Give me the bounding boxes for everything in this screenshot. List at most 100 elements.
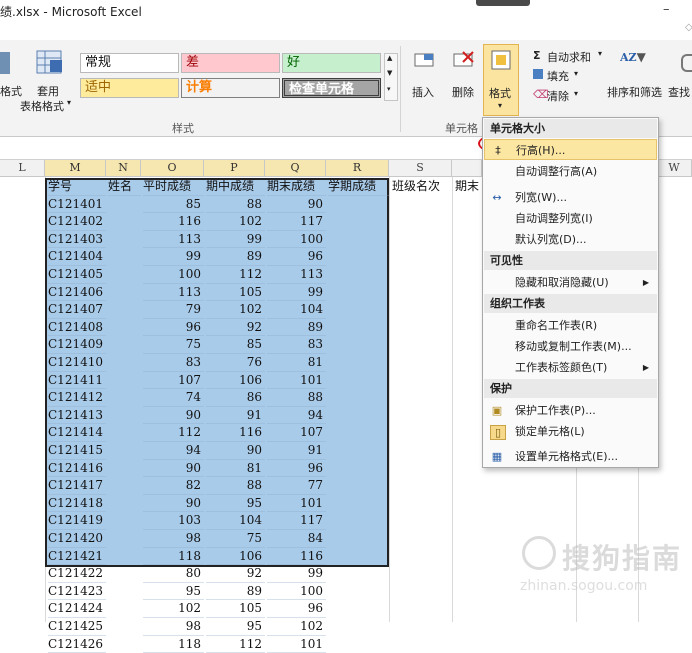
cell-midterm-score[interactable]: 106 bbox=[206, 548, 265, 566]
cell-student-id[interactable]: C121412 bbox=[48, 389, 106, 407]
cell-usual-score[interactable]: 100 bbox=[143, 266, 204, 284]
cell-midterm-score[interactable]: 89 bbox=[206, 248, 265, 266]
cell-midterm-score[interactable]: 95 bbox=[206, 495, 265, 513]
autosum-button[interactable]: 自动求和 bbox=[547, 49, 591, 65]
cell-final-score[interactable]: 113 bbox=[267, 266, 326, 284]
cell-usual-score[interactable]: 95 bbox=[143, 583, 204, 601]
cell-final-score[interactable]: 100 bbox=[267, 583, 326, 601]
cell-usual-score[interactable]: 118 bbox=[143, 636, 204, 653]
cell-student-id[interactable]: C121409 bbox=[48, 336, 106, 354]
cell-student-id[interactable]: C121407 bbox=[48, 301, 106, 319]
column-header-l[interactable]: L bbox=[0, 160, 45, 177]
cell-final-score[interactable]: 99 bbox=[267, 565, 326, 583]
cell-midterm-score[interactable]: 116 bbox=[206, 424, 265, 442]
cell-usual-score[interactable]: 102 bbox=[143, 600, 204, 618]
cell-final-score[interactable]: 101 bbox=[267, 495, 326, 513]
cell-usual-score[interactable]: 90 bbox=[143, 460, 204, 478]
menu-item-lock-cell[interactable]: ▯ 锁定单元格(L) bbox=[484, 421, 657, 442]
cell-usual-score[interactable]: 103 bbox=[143, 512, 204, 530]
cell-final-score[interactable]: 77 bbox=[267, 477, 326, 495]
cell-usual-score[interactable]: 75 bbox=[143, 336, 204, 354]
cell-final-score[interactable]: 96 bbox=[267, 248, 326, 266]
cell-usual-score[interactable]: 90 bbox=[143, 407, 204, 425]
column-header-o[interactable]: O bbox=[141, 160, 204, 177]
cell-midterm-score[interactable]: 112 bbox=[206, 266, 265, 284]
menu-item-hide-unhide[interactable]: 隐藏和取消隐藏(U) ▶ bbox=[484, 272, 657, 293]
menu-item-move-copy[interactable]: 移动或复制工作表(M)... bbox=[484, 336, 657, 357]
cell-midterm-score[interactable]: 105 bbox=[206, 284, 265, 302]
menu-item-rename-sheet[interactable]: 重命名工作表(R) bbox=[484, 315, 657, 336]
column-header-q[interactable]: Q bbox=[265, 160, 326, 177]
cell-midterm-score[interactable]: 88 bbox=[206, 477, 265, 495]
cell-final-score[interactable]: 101 bbox=[267, 372, 326, 390]
cell-final-score[interactable]: 83 bbox=[267, 336, 326, 354]
cell-midterm-score[interactable]: 92 bbox=[206, 565, 265, 583]
menu-item-tab-color[interactable]: 工作表标签颜色(T) ▶ bbox=[484, 357, 657, 378]
header-cell-usual[interactable]: 平时成绩 bbox=[143, 178, 204, 196]
menu-item-default-width[interactable]: 默认列宽(D)... bbox=[484, 229, 657, 250]
cell-usual-score[interactable]: 98 bbox=[143, 530, 204, 548]
column-header-n[interactable]: N bbox=[106, 160, 141, 177]
cell-final-score[interactable]: 101 bbox=[267, 636, 326, 653]
cell-student-id[interactable]: C121425 bbox=[48, 618, 106, 636]
cell-student-id[interactable]: C121423 bbox=[48, 583, 106, 601]
cell-final-score[interactable]: 96 bbox=[267, 600, 326, 618]
cell-final-score[interactable]: 89 bbox=[267, 319, 326, 337]
cell-final-score[interactable]: 96 bbox=[267, 460, 326, 478]
cell-final-score[interactable]: 94 bbox=[267, 407, 326, 425]
column-header-p[interactable]: P bbox=[204, 160, 265, 177]
delete-button[interactable]: 删除 bbox=[448, 48, 480, 112]
style-normal[interactable]: 常规 bbox=[80, 53, 179, 73]
cell-student-id[interactable]: C121404 bbox=[48, 248, 106, 266]
cell-midterm-score[interactable]: 90 bbox=[206, 442, 265, 460]
cell-student-id[interactable]: C121416 bbox=[48, 460, 106, 478]
ribbon-collapse-icon[interactable]: ◇ bbox=[685, 22, 692, 33]
header-cell-id[interactable]: 学号 bbox=[48, 178, 106, 196]
fill-button[interactable]: 填充 bbox=[547, 68, 569, 84]
cell-student-id[interactable]: C121415 bbox=[48, 442, 106, 460]
cell-final-score[interactable]: 117 bbox=[267, 512, 326, 530]
cell-student-id[interactable]: C121406 bbox=[48, 284, 106, 302]
cell-midterm-score[interactable]: 102 bbox=[206, 301, 265, 319]
cell-student-id[interactable]: C121424 bbox=[48, 600, 106, 618]
cell-student-id[interactable]: C121414 bbox=[48, 424, 106, 442]
cell-midterm-score[interactable]: 89 bbox=[206, 583, 265, 601]
cell-midterm-score[interactable]: 85 bbox=[206, 336, 265, 354]
cell-student-id[interactable]: C121421 bbox=[48, 548, 106, 566]
cell-usual-score[interactable]: 113 bbox=[143, 284, 204, 302]
column-header-m[interactable]: M bbox=[45, 160, 106, 177]
cell-student-id[interactable]: C121411 bbox=[48, 372, 106, 390]
clear-button[interactable]: 清除 bbox=[547, 88, 569, 104]
style-calc[interactable]: 计算 bbox=[181, 78, 280, 98]
cell-midterm-score[interactable]: 105 bbox=[206, 600, 265, 618]
style-gallery-scroll[interactable]: ▲ ▼ ▾ bbox=[384, 53, 398, 101]
cell-usual-score[interactable]: 107 bbox=[143, 372, 204, 390]
cell-midterm-score[interactable]: 75 bbox=[206, 530, 265, 548]
cell-usual-score[interactable]: 113 bbox=[143, 231, 204, 249]
cell-usual-score[interactable]: 118 bbox=[143, 548, 204, 566]
column-header-t[interactable] bbox=[452, 160, 482, 177]
conditional-format-icon[interactable] bbox=[0, 52, 10, 74]
cell-final-score[interactable]: 90 bbox=[267, 196, 326, 214]
cell-final-score[interactable]: 104 bbox=[267, 301, 326, 319]
menu-item-autofit-column[interactable]: 自动调整列宽(I) bbox=[484, 208, 657, 229]
cell-final-score[interactable]: 81 bbox=[267, 354, 326, 372]
style-check-cell[interactable]: 检查单元格 bbox=[282, 78, 381, 98]
cell-final-score[interactable]: 99 bbox=[267, 284, 326, 302]
cell-student-id[interactable]: C121426 bbox=[48, 636, 106, 653]
cell-final-score[interactable]: 117 bbox=[267, 213, 326, 231]
cell-student-id[interactable]: C121419 bbox=[48, 512, 106, 530]
header-cell-final[interactable]: 期末成绩 bbox=[267, 178, 326, 196]
cell-usual-score[interactable]: 96 bbox=[143, 319, 204, 337]
cell-student-id[interactable]: C121401 bbox=[48, 196, 106, 214]
style-good[interactable]: 好 bbox=[282, 53, 381, 73]
cell-student-id[interactable]: C121410 bbox=[48, 354, 106, 372]
style-neutral[interactable]: 适中 bbox=[80, 78, 179, 98]
cell-midterm-score[interactable]: 102 bbox=[206, 213, 265, 231]
menu-item-column-width[interactable]: ↔ 列宽(W)... bbox=[484, 187, 657, 208]
cell-midterm-score[interactable]: 86 bbox=[206, 389, 265, 407]
header-cell-rank[interactable]: 班级名次 bbox=[392, 178, 453, 196]
header-cell-final-rank[interactable]: 期末 bbox=[455, 178, 482, 196]
cell-usual-score[interactable]: 99 bbox=[143, 248, 204, 266]
insert-button[interactable]: 插入 bbox=[408, 48, 440, 112]
